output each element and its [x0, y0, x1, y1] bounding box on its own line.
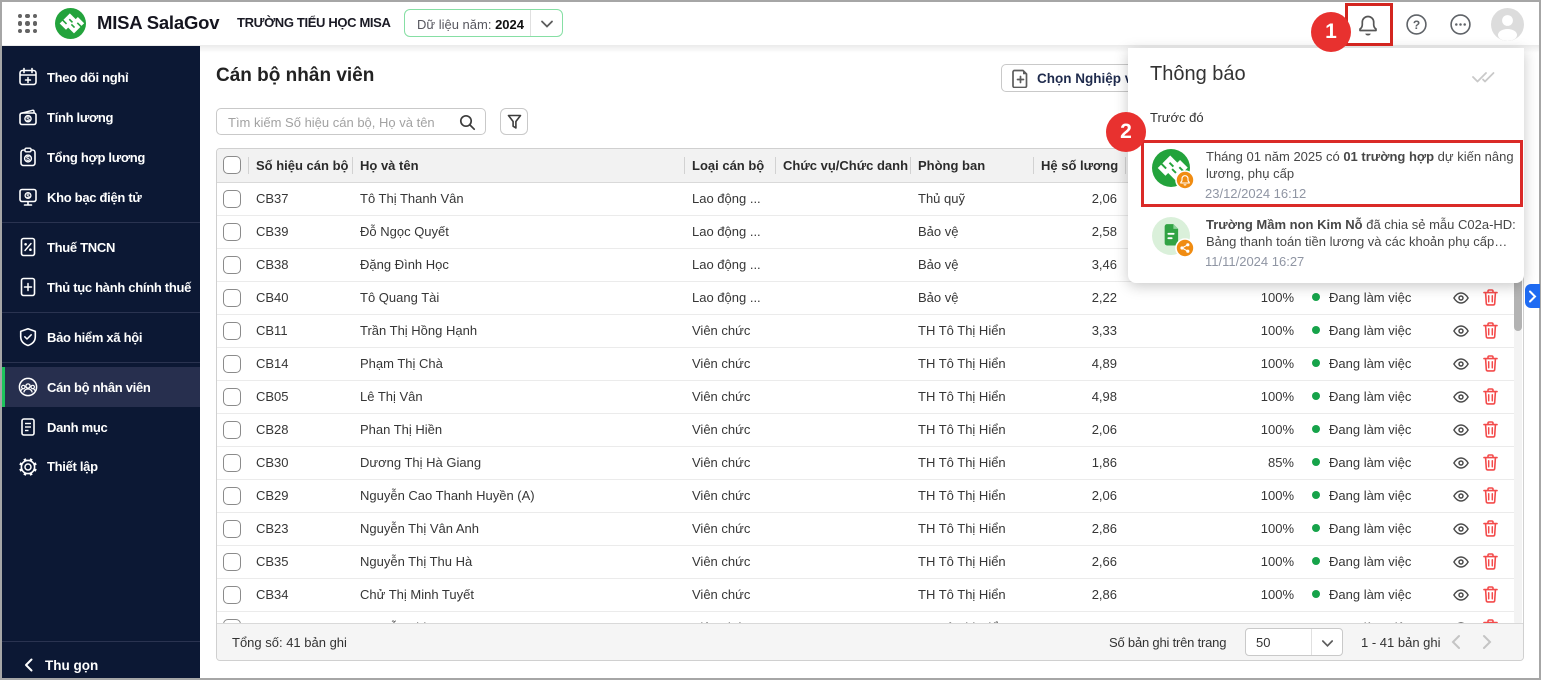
- svg-text:$: $: [26, 194, 30, 200]
- svg-text:$: $: [26, 116, 30, 123]
- svg-text:?: ?: [1413, 18, 1420, 32]
- svg-text:$: $: [26, 156, 30, 163]
